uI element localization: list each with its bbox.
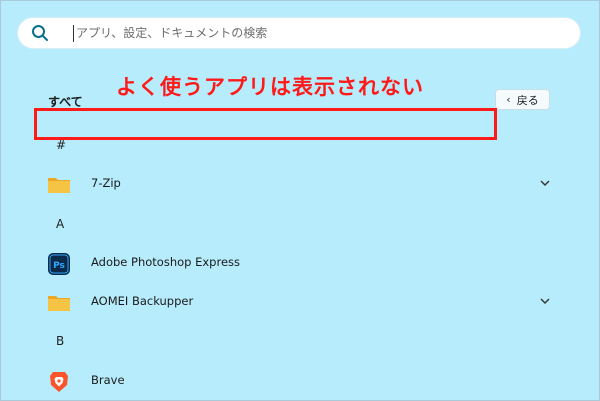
- folder-icon: [48, 296, 70, 311]
- app-list-item-brave[interactable]: Brave: [31, 362, 571, 398]
- search-icon: [32, 25, 48, 41]
- section-header-b[interactable]: B: [56, 334, 64, 348]
- section-header-a[interactable]: A: [56, 217, 64, 231]
- folder-icon: [48, 178, 70, 193]
- app-list-item-7zip[interactable]: 7-Zip: [31, 165, 571, 201]
- search-box[interactable]: [18, 18, 580, 48]
- app-list-item-aomei-backupper[interactable]: AOMEI Backupper: [31, 283, 571, 319]
- svg-text:Ps: Ps: [53, 261, 65, 271]
- app-list-item-photoshop-express[interactable]: Ps Adobe Photoshop Express: [31, 244, 571, 280]
- search-input[interactable]: [76, 23, 556, 43]
- annotation-caption: よく使うアプリは表示されない: [116, 75, 424, 99]
- annotation-highlight-box: [34, 108, 497, 140]
- start-menu-all-apps-panel: すべて ‹ 戻る よく使うアプリは表示されない # 7-Zip A Ps Ado…: [0, 0, 600, 401]
- photoshop-express-icon: Ps: [48, 253, 70, 275]
- back-button-label: 戻る: [516, 93, 539, 107]
- app-name: 7-Zip: [91, 176, 121, 190]
- text-caret: [73, 25, 74, 42]
- chevron-left-icon: ‹: [506, 93, 511, 106]
- app-name: Adobe Photoshop Express: [91, 255, 241, 269]
- section-header-hash[interactable]: #: [56, 138, 66, 152]
- chevron-down-icon[interactable]: [537, 293, 553, 309]
- app-name: AOMEI Backupper: [91, 294, 194, 308]
- brave-icon: [50, 372, 68, 392]
- chevron-down-icon[interactable]: [537, 175, 553, 191]
- back-button[interactable]: ‹ 戻る: [495, 89, 550, 110]
- app-name: Brave: [91, 373, 125, 387]
